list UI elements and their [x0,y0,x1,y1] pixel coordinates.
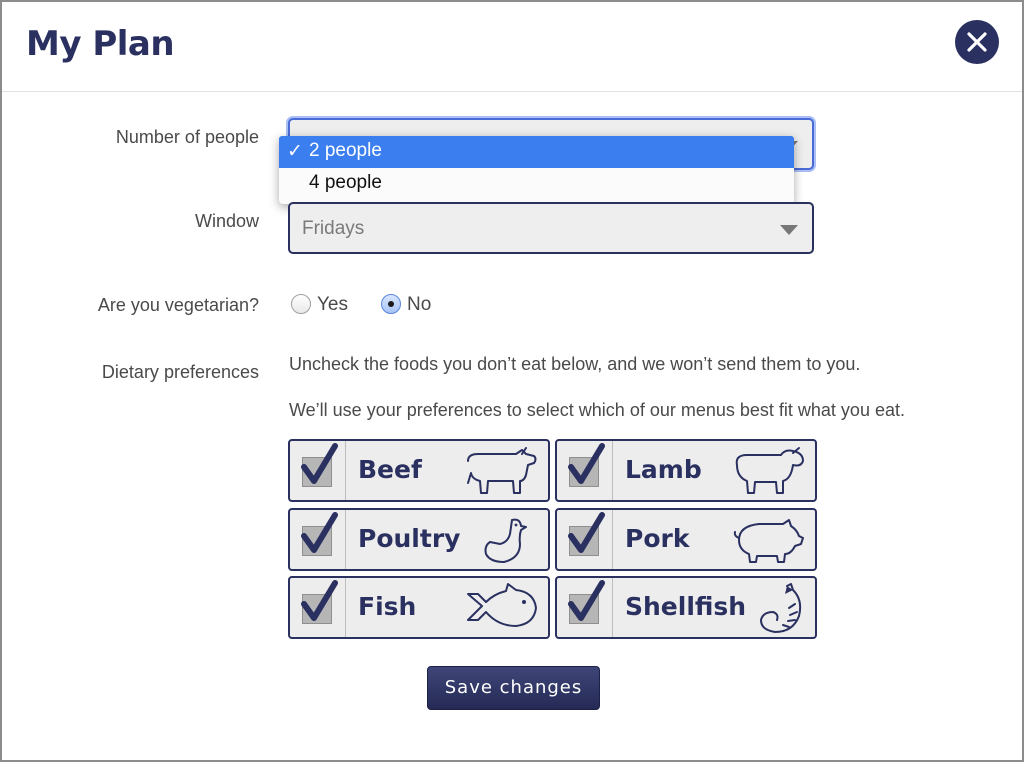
fish-icon [467,583,537,627]
checkmark-icon [301,580,338,621]
food-card-pork[interactable]: Pork [555,508,817,571]
food-name: Beef [358,455,422,484]
vegetarian-label: Are you vegetarian? [97,295,259,315]
food-checkbox-pork[interactable] [557,510,613,569]
radio-selected-dot [388,301,394,307]
people-option-4[interactable]: 4 people [279,168,794,200]
fish-eye [522,600,526,604]
people-option-2[interactable]: ✓ 2 people [279,136,794,168]
window-label: Window [194,211,259,231]
modal-title: My Plan [26,24,175,64]
people-option-label: 4 people [309,172,382,193]
chicken-eye [514,523,518,527]
checkmark-icon [301,512,338,553]
dietary-label: Dietary preferences [101,362,259,382]
my-plan-modal: My Plan Number of people ✓ 2 people 4 pe… [0,0,1024,762]
people-option-label: 2 people [309,140,382,161]
sheep-icon [735,447,804,494]
vegetarian-yes-radio[interactable] [291,294,311,314]
food-checkbox-fish[interactable] [290,578,346,637]
checkmark-icon [301,443,338,484]
close-button[interactable] [955,20,999,64]
shrimp-icon [760,583,802,633]
food-card-poultry[interactable]: Poultry [288,508,550,571]
checkmark-icon [568,580,605,621]
food-name: Pork [625,524,690,553]
vegetarian-no-radio[interactable] [381,294,401,314]
dietary-info-uncheck: Uncheck the foods you don’t eat below, a… [289,354,861,374]
save-changes-button[interactable]: Save changes [427,666,600,710]
food-checkbox-poultry[interactable] [290,510,346,569]
food-card-beef[interactable]: Beef [288,439,550,502]
food-card-lamb[interactable]: Lamb [555,439,817,502]
chevron-down-icon [780,225,798,235]
cow-icon [467,447,537,494]
checkmark-icon [568,512,605,553]
window-select-value: Fridays [302,218,365,239]
checkmark-icon [568,443,605,484]
pig-icon [733,519,804,563]
food-checkbox-lamb[interactable] [557,441,613,500]
food-card-shellfish[interactable]: Shellfish [555,576,817,639]
food-name: Lamb [625,455,702,484]
food-name: Shellfish [625,592,747,621]
close-icon [967,32,987,52]
food-checkbox-beef[interactable] [290,441,346,500]
dietary-info-menus: We’ll use your preferences to select whi… [289,400,905,420]
vegetarian-no-label[interactable]: No [407,294,431,316]
window-select[interactable]: Fridays [288,202,814,254]
modal-header: My Plan [2,2,1022,92]
food-name: Fish [358,592,417,621]
food-name: Poultry [358,524,461,553]
checkmark-icon: ✓ [287,141,303,162]
chicken-icon [484,518,527,563]
people-dropdown-menu: ✓ 2 people 4 people [279,136,794,204]
food-checkbox-shellfish[interactable] [557,578,613,637]
people-label: Number of people [115,127,259,147]
vegetarian-yes-label[interactable]: Yes [317,294,348,316]
food-card-fish[interactable]: Fish [288,576,550,639]
